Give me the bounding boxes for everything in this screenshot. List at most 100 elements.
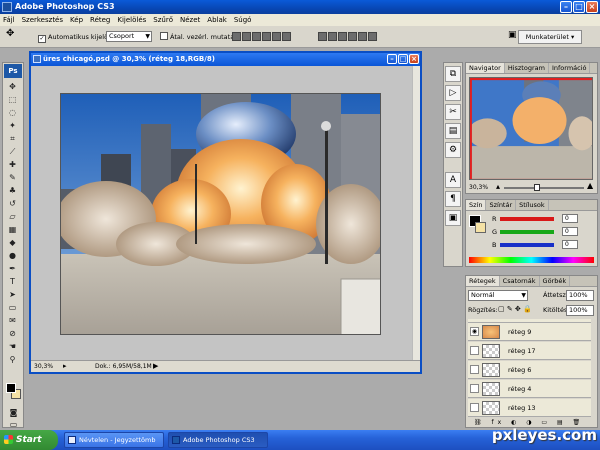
zoom-level[interactable]: 30,3% [34,361,53,372]
layer-row[interactable]: réteg 6 [468,361,591,379]
distribute-vcenter-icon[interactable] [328,32,337,41]
eye-icon[interactable] [470,346,479,355]
eye-icon[interactable] [470,384,479,393]
tab-swatches[interactable]: Színtár [486,200,517,210]
layer-row[interactable]: réteg 4 [468,380,591,398]
menu-view[interactable]: Nézet [180,14,200,26]
zoom-in-icon[interactable]: ▲ [587,181,593,190]
shape-tool-icon[interactable]: ▭ [6,302,19,314]
red-value[interactable]: 0 [562,214,578,223]
gradient-tool-icon[interactable]: ▦ [6,224,19,236]
slice-tool-icon[interactable]: ⟋ [6,146,19,158]
clone-stamp-tool-icon[interactable]: ♣ [6,185,19,197]
transform-controls-option[interactable]: Átal. vezérl. mutatása [160,32,242,42]
tab-color[interactable]: Szín [466,200,487,210]
blue-value[interactable]: 0 [562,240,578,249]
lock-icons[interactable]: ▢ ✎ ✥ 🔒 [498,305,532,313]
document-title-bar[interactable]: üres chicagó.psd @ 30,3% (réteg 18,RGB/8… [31,53,420,66]
menu-select[interactable]: Kijelölés [117,14,146,26]
menu-layer[interactable]: Réteg [90,14,110,26]
crop-tool-icon[interactable]: ⌗ [6,133,19,145]
brushes-icon[interactable]: ▤ [445,123,461,139]
tab-histogram[interactable]: Hisztogram [505,63,549,73]
pen-tool-icon[interactable]: ✒ [6,263,19,275]
align-right-icon[interactable] [282,32,291,41]
distribute-hcenter-icon[interactable] [358,32,367,41]
taskbar-item-photoshop[interactable]: Adobe Photoshop CS3 [168,432,268,448]
taskbar-item-notepad[interactable]: Névtelen - Jegyzettömb [64,432,164,448]
transform-controls-checkbox[interactable] [160,32,168,40]
path-selection-tool-icon[interactable]: ➤ [6,289,19,301]
tab-styles[interactable]: Stílusok [516,200,549,210]
screen-mode-icon[interactable]: ▭ [7,419,20,431]
fill-field[interactable]: 100% [566,305,594,316]
dodge-tool-icon[interactable]: ● [6,250,19,262]
blue-slider[interactable] [500,243,554,247]
lasso-tool-icon[interactable]: ◌ [6,107,19,119]
distribute-left-icon[interactable] [348,32,357,41]
opacity-field[interactable]: 100% [566,290,594,301]
move-tool-icon[interactable]: ✥ [6,81,19,93]
history-icon[interactable]: ⧉ [445,66,461,82]
tab-navigator[interactable]: Navigator [466,63,505,73]
align-bottom-icon[interactable] [252,32,261,41]
document-vertical-scrollbar[interactable] [412,66,420,362]
eye-icon[interactable]: ◉ [470,327,479,336]
clone-source-icon[interactable]: ⚙ [445,142,461,158]
move-tool-icon[interactable]: ✥ [6,29,14,39]
status-menu-icon[interactable]: ▸ [63,361,67,372]
layer-comps-icon[interactable]: ▣ [445,210,461,226]
green-slider[interactable] [500,230,554,234]
auto-select-dropdown[interactable]: Csoport ▼ [106,31,152,42]
color-bg-swatch[interactable] [475,222,486,233]
navigator-thumbnail[interactable] [469,77,593,180]
healing-brush-tool-icon[interactable]: ✚ [6,159,19,171]
tool-presets-icon[interactable]: ✂ [445,104,461,120]
doc-maximize-button[interactable]: □ [398,54,408,64]
history-brush-tool-icon[interactable]: ↺ [6,198,19,210]
type-tool-icon[interactable]: T [6,276,19,288]
tab-layers[interactable]: Rétegek [466,276,500,286]
blur-tool-icon[interactable]: ◆ [6,237,19,249]
minimize-button[interactable]: – [560,1,572,13]
align-hcenter-icon[interactable] [272,32,281,41]
layer-row[interactable]: réteg 13 [468,399,591,417]
green-value[interactable]: 0 [562,227,578,236]
eye-icon[interactable] [470,365,479,374]
actions-icon[interactable]: ▷ [445,85,461,101]
close-button[interactable]: × [586,1,598,13]
menu-edit[interactable]: Szerkesztés [22,14,63,26]
quick-mask-icon[interactable]: ◙ [7,407,20,419]
red-slider[interactable] [500,217,554,221]
distribute-right-icon[interactable] [368,32,377,41]
start-button[interactable]: Start [0,430,58,450]
color-spectrum-ramp[interactable] [469,257,594,263]
eraser-tool-icon[interactable]: ▱ [6,211,19,223]
doc-close-button[interactable]: × [409,54,419,64]
layer-row[interactable]: réteg 17 [468,342,591,360]
brush-tool-icon[interactable]: ✎ [6,172,19,184]
zoom-tool-icon[interactable]: ⚲ [6,354,19,366]
auto-select-checkbox[interactable]: ✓ [38,35,46,43]
workspace-button[interactable]: Munkaterület ▾ [518,30,582,44]
tab-info[interactable]: Információ [549,63,591,73]
menu-image[interactable]: Kép [70,14,83,26]
zoom-slider-handle[interactable] [534,184,540,191]
maximize-button[interactable]: □ [573,1,585,13]
blend-mode-dropdown[interactable]: Normál ▼ [468,290,528,301]
zoom-out-icon[interactable]: ▴ [496,182,500,191]
notes-tool-icon[interactable]: ✉ [6,315,19,327]
align-left-icon[interactable] [262,32,271,41]
paragraph-icon[interactable]: ¶ [445,191,461,207]
menu-file[interactable]: Fájl [3,14,15,26]
magic-wand-tool-icon[interactable]: ✦ [6,120,19,132]
character-icon[interactable]: A [445,172,461,188]
canvas-image[interactable] [60,93,381,335]
layer-row[interactable]: ◉ réteg 9 [468,323,591,341]
eye-icon[interactable] [470,403,479,412]
eyedropper-tool-icon[interactable]: ⊘ [6,328,19,340]
hand-tool-icon[interactable]: ☚ [6,341,19,353]
align-vcenter-icon[interactable] [242,32,251,41]
tab-paths[interactable]: Görbék [540,276,571,286]
distribute-top-icon[interactable] [318,32,327,41]
